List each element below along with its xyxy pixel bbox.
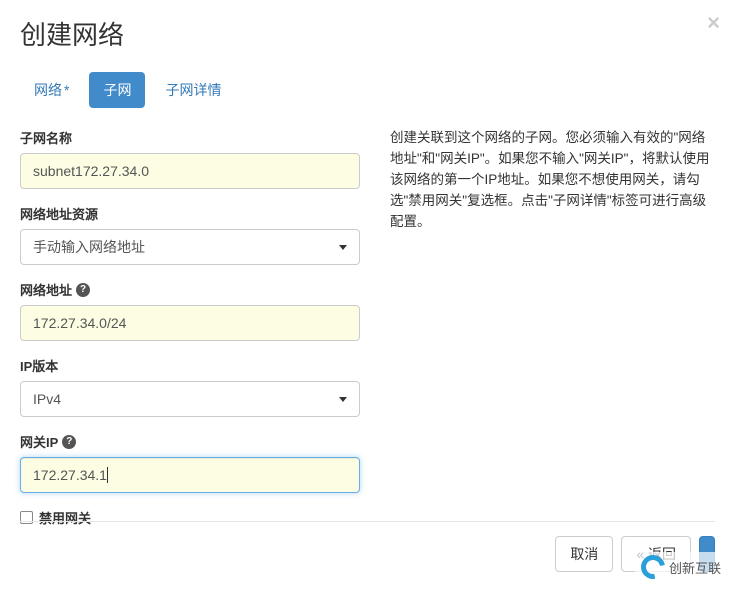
form-column: 子网名称 网络地址资源 手动输入网络地址 网络地址 ? IP版本 xyxy=(20,128,360,527)
tab-subnet[interactable]: 子网 xyxy=(89,72,145,108)
help-column: 创建关联到这个网络的子网。您必须输入有效的"网络地址"和"网关IP"。如果您不输… xyxy=(390,128,715,527)
text-cursor-icon xyxy=(107,467,108,483)
tab-network[interactable]: 网络* xyxy=(20,72,83,108)
modal-body: 子网名称 网络地址资源 手动输入网络地址 网络地址 ? IP版本 xyxy=(20,128,715,527)
tab-label: 子网 xyxy=(103,82,131,98)
cancel-button[interactable]: 取消 xyxy=(555,536,613,572)
required-asterisk-icon: * xyxy=(64,82,69,98)
select-value: 手动输入网络地址 xyxy=(33,237,145,257)
subnet-name-input[interactable] xyxy=(20,153,360,189)
label-text: 网关IP xyxy=(20,432,58,451)
help-text: 创建关联到这个网络的子网。您必须输入有效的"网络地址"和"网关IP"。如果您不输… xyxy=(390,128,715,233)
help-icon[interactable]: ? xyxy=(62,435,76,449)
tabs: 网络* 子网 子网详情 xyxy=(20,72,715,108)
watermark: 创新互联 xyxy=(635,552,725,582)
gateway-ip-label: 网关IP ? xyxy=(20,432,360,451)
addr-source-select[interactable]: 手动输入网络地址 xyxy=(20,229,360,265)
input-value: 172.27.34.1 xyxy=(33,467,107,483)
close-icon[interactable]: × xyxy=(707,10,720,36)
create-network-modal: × 创建网络 网络* 子网 子网详情 子网名称 网络地址资源 手动输入网络地址 xyxy=(0,0,735,590)
watermark-text: 创新互联 xyxy=(669,558,721,577)
gateway-ip-input[interactable]: 172.27.34.1 xyxy=(20,457,360,493)
chevron-down-icon xyxy=(339,245,347,250)
network-addr-label: 网络地址 ? xyxy=(20,280,360,299)
chevron-down-icon xyxy=(339,397,347,402)
ip-version-select[interactable]: IPv4 xyxy=(20,381,360,417)
ip-version-label: IP版本 xyxy=(20,356,360,375)
modal-title: 创建网络 xyxy=(20,15,715,52)
tab-label: 网络 xyxy=(34,82,62,98)
tab-label: 子网详情 xyxy=(165,82,221,98)
select-value: IPv4 xyxy=(33,391,61,407)
label-text: 网络地址 xyxy=(20,280,72,299)
tab-subnet-detail[interactable]: 子网详情 xyxy=(151,72,235,108)
addr-source-label: 网络地址资源 xyxy=(20,204,360,223)
help-icon[interactable]: ? xyxy=(76,283,90,297)
network-addr-input[interactable] xyxy=(20,305,360,341)
logo-icon xyxy=(636,550,669,583)
subnet-name-label: 子网名称 xyxy=(20,128,360,147)
button-row: 取消 « 返回 xyxy=(20,521,715,572)
